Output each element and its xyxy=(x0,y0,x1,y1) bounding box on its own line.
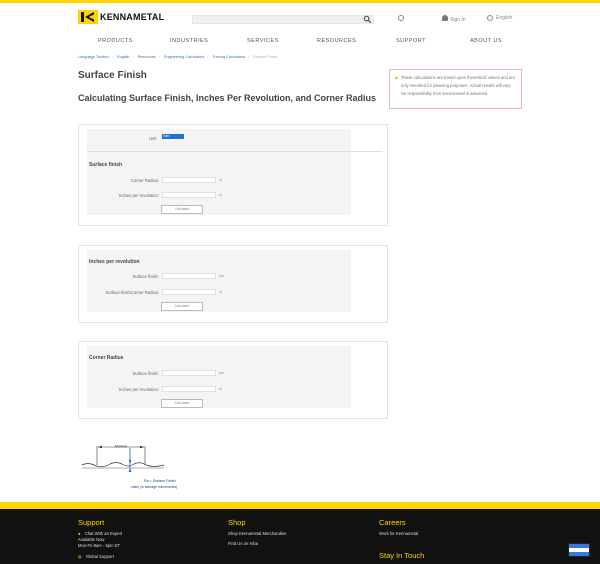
unit-label: in xyxy=(219,387,222,391)
nav-services[interactable]: SERVICES xyxy=(247,38,279,44)
search-input[interactable] xyxy=(192,15,374,24)
breadcrumb: Language Toolbox / English / Resources / En… xyxy=(78,55,278,59)
footer-link-merch[interactable]: Shop Kennametal Merchandise xyxy=(228,531,286,536)
units-select[interactable]: inch xyxy=(162,134,184,139)
surface-finish-diagram: Mmmm Ra = Surface Finish value (in avera… xyxy=(81,445,177,489)
footer-link-label: Global Support xyxy=(85,554,114,559)
unit-label: µin xyxy=(219,371,224,375)
panel-background xyxy=(87,346,351,408)
unit-label: in xyxy=(219,193,222,197)
breadcrumb-item[interactable]: Engineering Calculators xyxy=(164,55,204,59)
disclaimer-text: These calculations are based upon theore… xyxy=(401,75,516,96)
corner-radius-label: Surface finishCorner Radius: xyxy=(105,290,159,295)
page-title: Surface Finish xyxy=(78,70,147,81)
language-label: English xyxy=(496,15,513,21)
chat-icon: ● xyxy=(78,531,81,536)
ipr-label: Inches per revolution: xyxy=(118,193,159,198)
panel-title: Corner Radius xyxy=(89,355,124,361)
units-label: Unit xyxy=(149,136,157,141)
footer-text: Mon-Fri 8am - 5pm ET xyxy=(78,543,121,548)
surface-finish-calculator: Unit inch Surface finish Corner Radius: … xyxy=(78,124,388,226)
nav-resources[interactable]: RESOURCES xyxy=(317,38,356,44)
region-globe-icon xyxy=(398,15,404,21)
unit-label: in xyxy=(219,178,222,182)
corner-radius-input[interactable] xyxy=(162,289,216,295)
corner-radius-calculator: Corner Radius Surface finish: µin Inches… xyxy=(78,341,388,419)
language-selector[interactable]: English xyxy=(487,15,512,21)
breadcrumb-item[interactable]: Resources xyxy=(138,55,156,59)
language-globe-icon xyxy=(487,15,493,21)
country-flag-icon[interactable] xyxy=(568,543,590,557)
panel-background xyxy=(87,129,351,215)
footer-careers-heading: Careers xyxy=(379,518,406,527)
nav-industries[interactable]: INDUSTRIES xyxy=(170,38,208,44)
diagram-top-label: Mmmm xyxy=(115,445,127,449)
warning-icon: ▲ xyxy=(394,75,399,81)
calculate-button[interactable]: Calculate xyxy=(161,302,203,311)
region-selector[interactable] xyxy=(398,15,407,21)
unit-label: in xyxy=(219,290,222,294)
logo-text: KENNAMETAL xyxy=(100,12,165,22)
footer-link-chat[interactable]: ● Chat With an Expert xyxy=(78,531,122,536)
surface-finish-label: Surface finish: xyxy=(132,274,159,279)
footer-stay-in-touch-heading: Stay In Touch xyxy=(379,551,425,560)
breadcrumb-item[interactable]: English xyxy=(117,55,129,59)
ipr-label: Inches per revolution: xyxy=(118,387,159,392)
unit-label: µin xyxy=(219,274,224,278)
globe-icon: ◍ xyxy=(78,554,82,559)
main-nav: PRODUCTS INDUSTRIES SERVICES RESOURCES S… xyxy=(78,38,522,46)
ipr-input[interactable] xyxy=(162,192,216,198)
footer-shop-heading: Shop xyxy=(228,518,246,527)
nav-about-us[interactable]: ABOUT US xyxy=(470,38,502,44)
calculate-button[interactable]: Calculate xyxy=(161,399,203,408)
nav-products[interactable]: PRODUCTS xyxy=(98,38,133,44)
ipr-input[interactable] xyxy=(162,386,216,392)
sign-in-label: Sign In xyxy=(450,17,466,23)
panel-title: Inches per revolution xyxy=(89,259,140,265)
footer-link-label: Chat With an Expert xyxy=(84,531,123,536)
breadcrumb-current: Surface Finish xyxy=(253,55,278,59)
surface-finish-input[interactable] xyxy=(162,370,216,376)
breadcrumb-item[interactable]: Language Toolbox xyxy=(78,55,109,59)
page-subtitle: Calculating Surface Finish, Inches Per R… xyxy=(78,93,377,103)
footer-text: Available Now xyxy=(78,537,105,542)
nav-support[interactable]: SUPPORT xyxy=(396,38,426,44)
logo-mark-icon xyxy=(78,10,98,24)
breadcrumb-item[interactable]: Turning Calculators xyxy=(212,55,245,59)
sign-in-link[interactable]: Sign In xyxy=(442,15,466,23)
search-icon[interactable] xyxy=(363,15,372,24)
footer-accent-bar xyxy=(0,502,600,509)
user-icon xyxy=(442,15,448,21)
footer-link-work[interactable]: Work for Kennametal xyxy=(379,531,418,536)
footer-support-heading: Support xyxy=(78,518,105,527)
calculate-button[interactable]: Calculate xyxy=(161,205,203,214)
kennametal-logo[interactable]: KENNAMETAL xyxy=(78,10,164,24)
diagram-bottom-label-1: Ra = Surface Finish xyxy=(144,479,176,483)
disclaimer-note: ▲ These calculations are based upon theo… xyxy=(389,69,522,109)
divider xyxy=(87,151,383,152)
corner-radius-label: Corner Radius: xyxy=(130,178,159,183)
ipr-calculator: Inches per revolution Surface finish: µi… xyxy=(78,245,388,323)
panel-title: Surface finish xyxy=(89,162,123,168)
surface-finish-label: Surface finish: xyxy=(132,371,159,376)
footer-link-arba[interactable]: Find Us on Arba xyxy=(228,541,258,546)
diagram-bottom-label-2: value (in average microinches) xyxy=(131,485,177,489)
surface-finish-input[interactable] xyxy=(162,273,216,279)
footer-link-global-support[interactable]: ◍ Global Support xyxy=(78,554,114,559)
corner-radius-input[interactable] xyxy=(162,177,216,183)
top-accent-bar xyxy=(0,0,600,3)
